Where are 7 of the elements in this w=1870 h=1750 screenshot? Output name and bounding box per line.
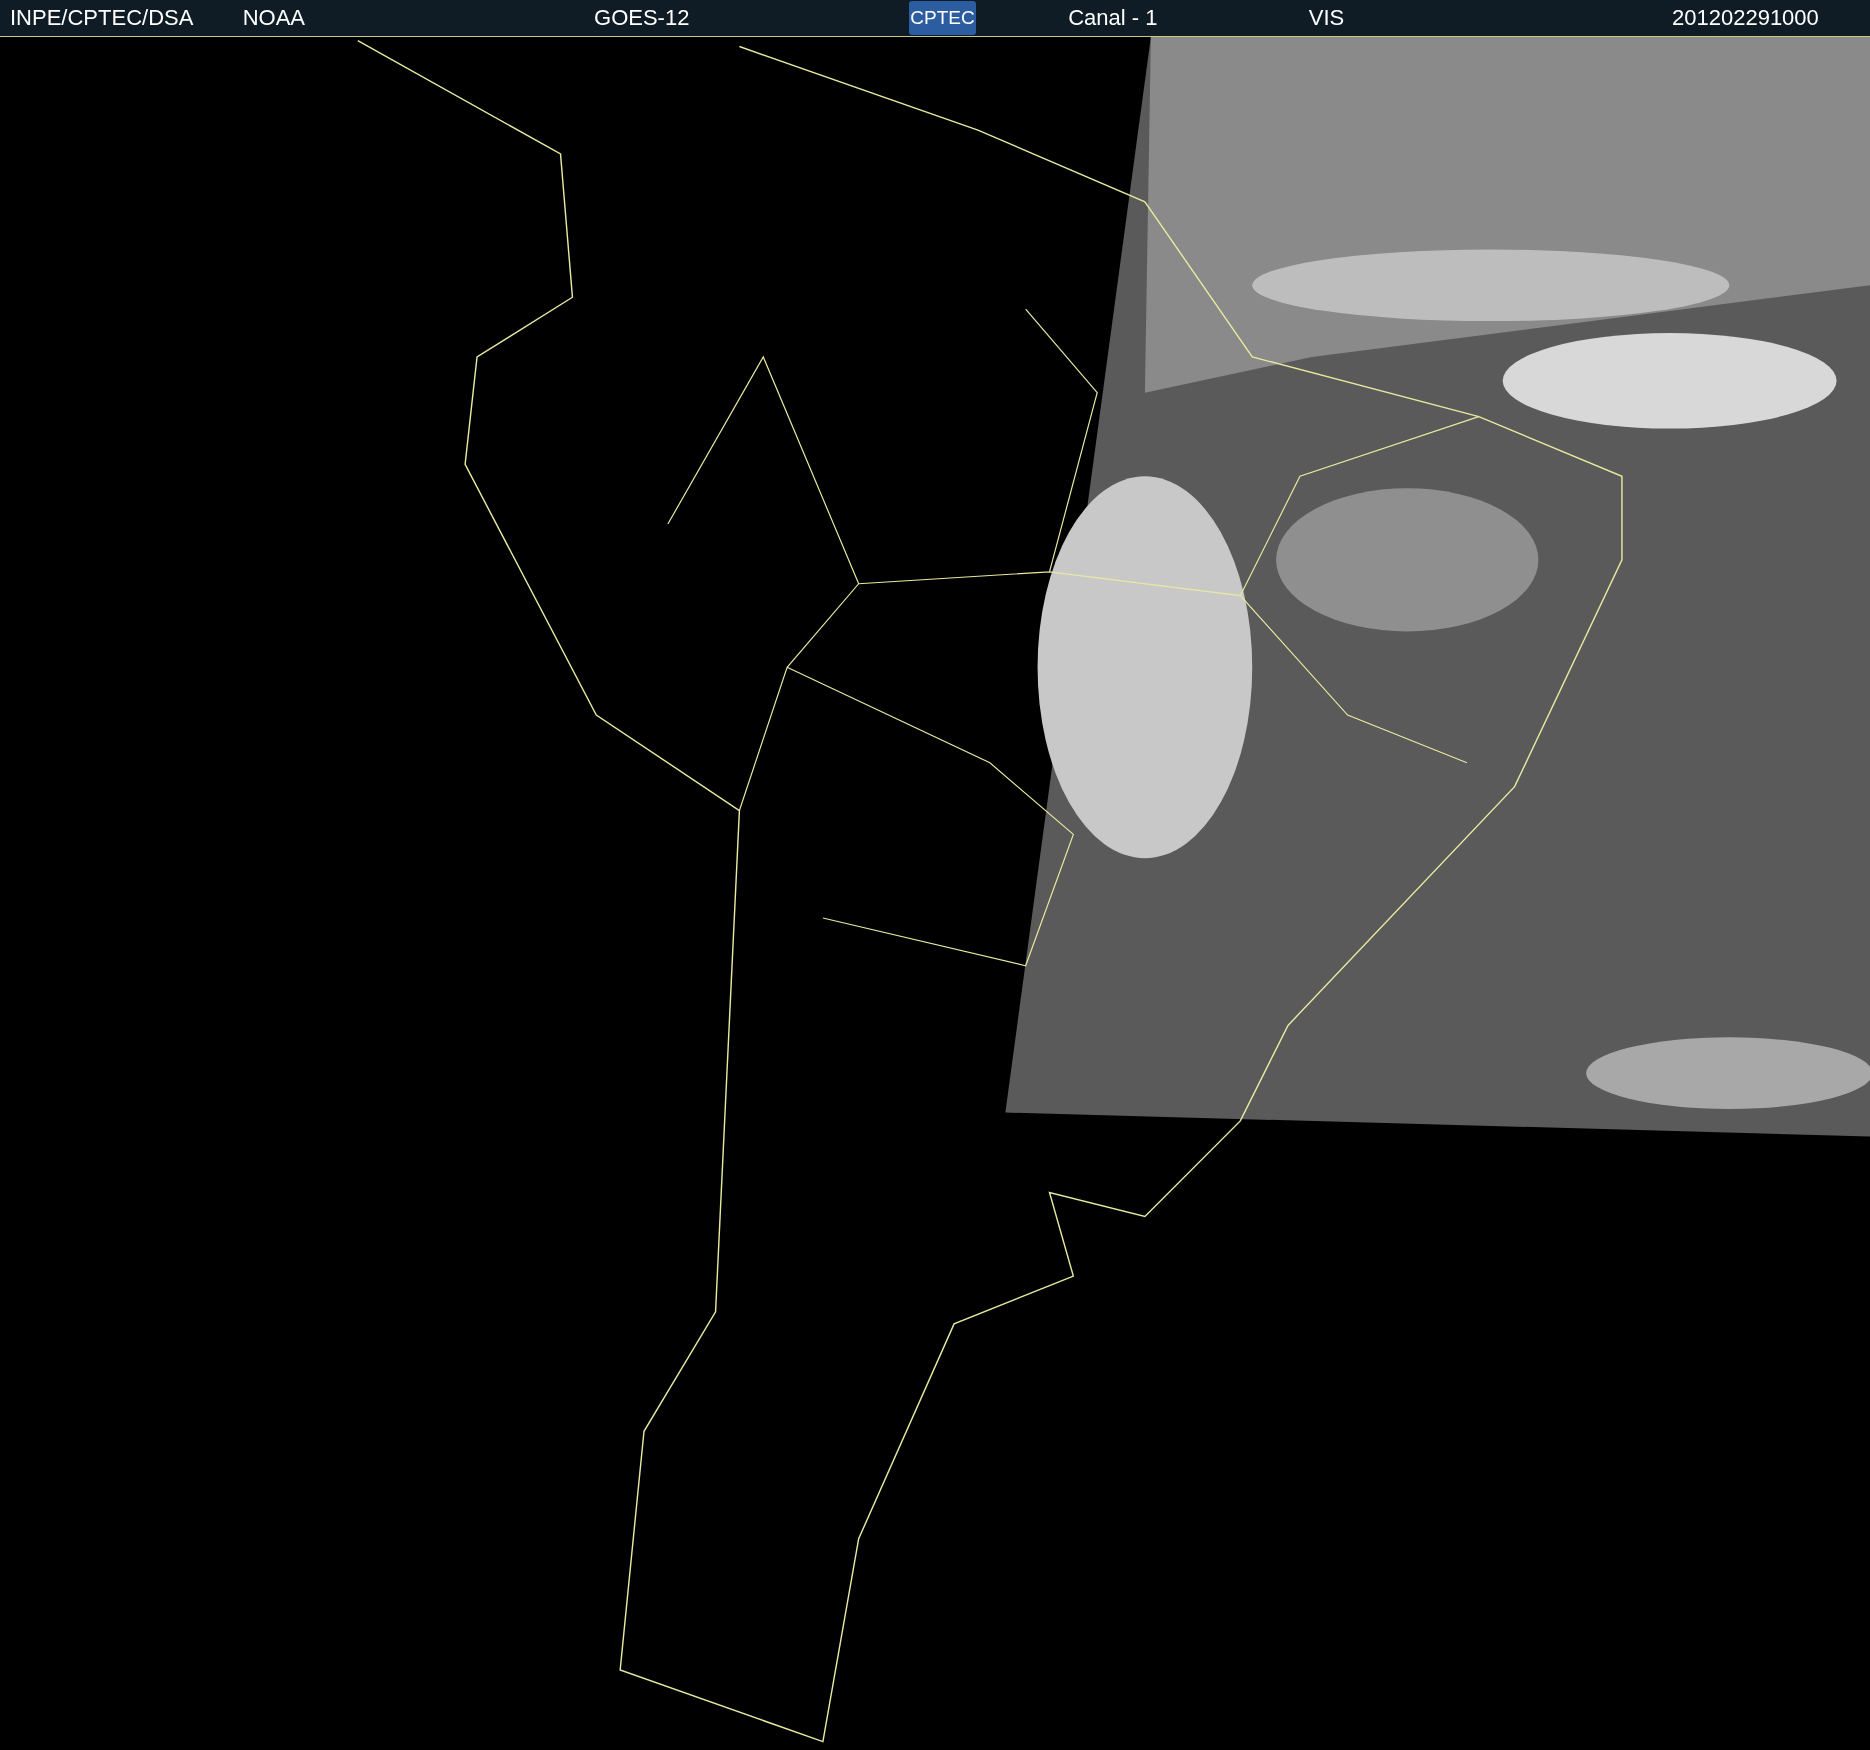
header-label: INPE/CPTEC/DSA xyxy=(10,5,195,31)
header-label: VIS xyxy=(1308,5,1346,31)
logo: CPTEC xyxy=(908,1,977,35)
header-label: Canal - 1 xyxy=(1068,5,1159,31)
header-label: NOAA xyxy=(242,5,306,31)
header-label: 201202291000 xyxy=(1672,5,1820,31)
header-label: GOES-12 xyxy=(594,5,691,31)
